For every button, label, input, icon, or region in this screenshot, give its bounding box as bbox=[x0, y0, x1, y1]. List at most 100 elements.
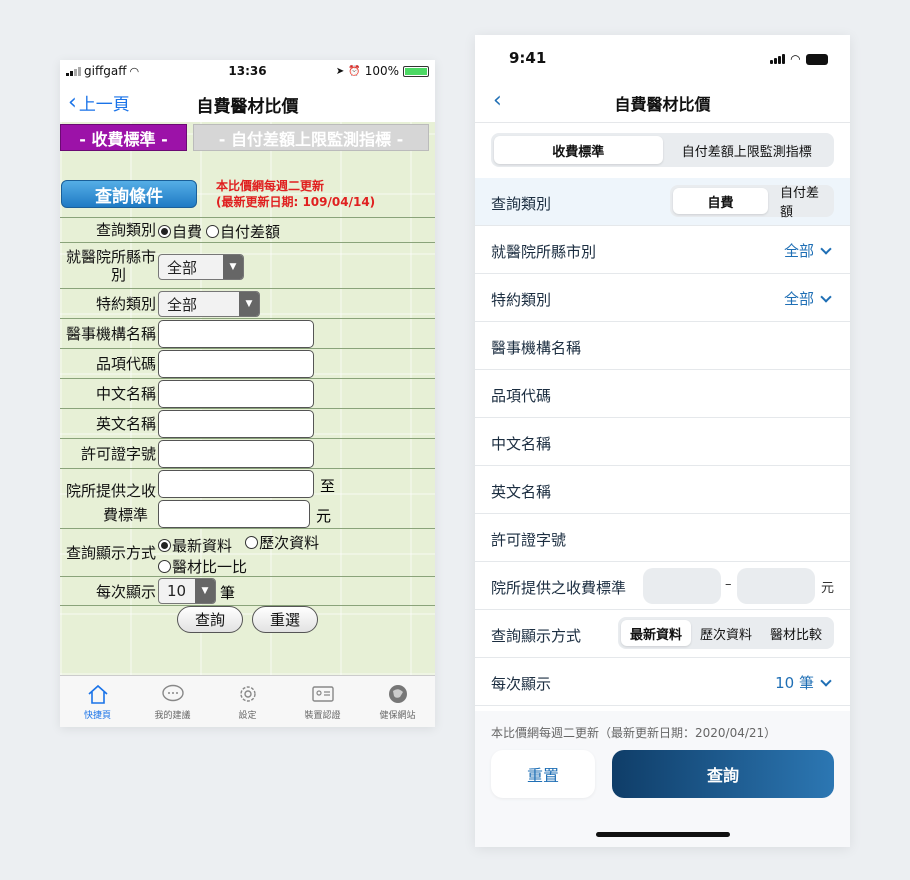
radio-copay[interactable]: 自付差額 bbox=[206, 221, 280, 242]
tab-label: 快捷頁 bbox=[83, 711, 111, 721]
tab-suggestions[interactable]: 我的建議 bbox=[135, 676, 210, 727]
fee-min-input[interactable] bbox=[158, 470, 314, 498]
option-self-pay[interactable]: 自費 bbox=[672, 188, 768, 214]
old-app-screen: giffgaff ◠ 13:36 ➤ ⏰ 100% ‹ 上一頁 自費醫材比價 -… bbox=[60, 60, 435, 727]
row-institution[interactable]: 醫事機構名稱 bbox=[475, 322, 850, 370]
dropdown-arrow-icon: ▼ bbox=[239, 292, 259, 316]
option-history[interactable]: 歷次資料 bbox=[691, 620, 761, 646]
row-query-type: 查詢類別 自費 自付差額 bbox=[475, 178, 850, 226]
english-name-input[interactable] bbox=[158, 410, 314, 438]
label-city-line2: 別 bbox=[110, 266, 126, 284]
tab-shortcut[interactable]: 快捷頁 bbox=[60, 676, 135, 727]
query-conditions-button[interactable]: 查詢條件 bbox=[61, 180, 197, 208]
fee-min-input[interactable] bbox=[643, 568, 721, 604]
gear-icon bbox=[239, 686, 256, 702]
city-select[interactable]: 全部 ▼ bbox=[158, 254, 244, 280]
top-segmented-control: 收費標準 自付差額上限監測指標 bbox=[491, 133, 834, 167]
radio-dot bbox=[206, 225, 220, 238]
label-per-page: 每次顯示 bbox=[95, 583, 156, 601]
label-license: 許可證字號 bbox=[491, 531, 567, 549]
row-chinese-name: 中文名稱 bbox=[60, 378, 435, 408]
radio-label: 歷次資料 bbox=[259, 534, 320, 552]
option-copay[interactable]: 自付差額 bbox=[768, 186, 831, 220]
tab-nhi-website[interactable]: 健保網站 bbox=[360, 676, 435, 727]
city-select-value: 全部 bbox=[167, 258, 198, 277]
battery-icon bbox=[403, 65, 429, 77]
reset-button[interactable]: 重選 bbox=[252, 606, 318, 633]
row-english-name[interactable]: 英文名稱 bbox=[475, 466, 850, 514]
tab-label: 健保網站 bbox=[379, 711, 416, 721]
tab-fee-standard[interactable]: - 收費標準 - bbox=[60, 124, 187, 151]
status-bar: giffgaff ◠ 13:36 ➤ ⏰ 100% bbox=[60, 60, 435, 82]
row-per-page[interactable]: 每次顯示 10 筆 bbox=[475, 658, 850, 706]
home-icon bbox=[87, 684, 108, 704]
tab-copay-limit[interactable]: 自付差額上限監測指標 bbox=[663, 136, 832, 164]
contract-select[interactable]: 全部 ▼ bbox=[158, 291, 260, 317]
row-contract[interactable]: 特約類別 全部 bbox=[475, 274, 850, 322]
per-page-select[interactable]: 10 ▼ bbox=[158, 578, 216, 604]
search-button[interactable]: 查詢 bbox=[612, 750, 834, 798]
radio-latest[interactable]: 最新資料 bbox=[158, 535, 232, 556]
row-item-code[interactable]: 品項代碼 bbox=[475, 370, 850, 418]
label-fee: 院所提供之收 費標準 bbox=[60, 479, 156, 527]
tab-fee-standard[interactable]: 收費標準 bbox=[494, 136, 663, 164]
contract-value-text: 全部 bbox=[783, 290, 814, 308]
globe-icon bbox=[388, 685, 407, 703]
per-page-value: 10 bbox=[167, 582, 187, 600]
row-chinese-name[interactable]: 中文名稱 bbox=[475, 418, 850, 466]
label-display-mode: 查詢顯示方式 bbox=[65, 544, 156, 562]
nav-bar: ‹ 上一頁 自費醫材比價 bbox=[60, 82, 435, 122]
radio-compare[interactable]: 醫材比一比 bbox=[158, 556, 247, 577]
radio-dot-checked bbox=[158, 539, 171, 552]
label-contract: 特約類別 bbox=[95, 295, 156, 313]
item-code-input[interactable] bbox=[158, 350, 314, 378]
query-type-segment: 自費 自付差額 bbox=[669, 185, 834, 220]
chinese-name-input[interactable] bbox=[158, 380, 314, 408]
label-chinese-name: 中文名稱 bbox=[95, 385, 156, 403]
tab-bar: 快捷頁 我的建議 設定 裝置認證 健保網站 bbox=[60, 675, 435, 727]
fee-max-input[interactable] bbox=[737, 568, 815, 604]
row-license[interactable]: 許可證字號 bbox=[475, 514, 850, 562]
label-english-name: 英文名稱 bbox=[95, 415, 156, 433]
signal-icon bbox=[769, 54, 785, 64]
fee-unit: 元 bbox=[821, 581, 835, 596]
tab-settings[interactable]: 設定 bbox=[210, 676, 285, 727]
label-query-type: 查詢類別 bbox=[491, 195, 552, 213]
radio-label: 自付差額 bbox=[220, 223, 281, 241]
label-license: 許可證字號 bbox=[80, 445, 156, 463]
nav-bar: ‹ 自費醫材比價 bbox=[475, 79, 850, 123]
radio-self-pay[interactable]: 自費 bbox=[158, 221, 202, 242]
search-button[interactable]: 查詢 bbox=[177, 606, 243, 633]
row-query-type: 查詢類別 自費 自付差額 bbox=[60, 217, 435, 242]
per-page-value-text: 10 筆 bbox=[775, 674, 814, 692]
per-page-value: 10 筆 bbox=[775, 672, 832, 693]
id-card-icon bbox=[311, 686, 334, 702]
reset-button[interactable]: 重置 bbox=[491, 750, 595, 798]
query-type-radios: 自費 自付差額 bbox=[158, 221, 280, 242]
row-english-name: 英文名稱 bbox=[60, 408, 435, 438]
city-value: 全部 bbox=[783, 240, 832, 261]
label-contract: 特約類別 bbox=[491, 291, 552, 309]
option-latest[interactable]: 最新資料 bbox=[620, 620, 691, 646]
license-input[interactable] bbox=[158, 440, 314, 468]
display-mode-radios: 最新資料 歷次資料 醫材比一比 bbox=[158, 532, 428, 577]
radio-history[interactable]: 歷次資料 bbox=[245, 532, 319, 553]
tab-device-auth[interactable]: 裝置認證 bbox=[285, 676, 360, 727]
row-item-code: 品項代碼 bbox=[60, 348, 435, 378]
status-bar: 9:41 ◠ bbox=[475, 35, 850, 79]
home-indicator[interactable] bbox=[596, 832, 730, 837]
fee-max-input[interactable] bbox=[158, 500, 310, 528]
institution-input[interactable] bbox=[158, 320, 314, 348]
option-compare[interactable]: 醫材比較 bbox=[761, 620, 831, 646]
radio-dot-checked bbox=[158, 225, 171, 238]
row-city[interactable]: 就醫院所縣市別 全部 bbox=[475, 226, 850, 274]
dropdown-arrow-icon: ▼ bbox=[223, 255, 243, 279]
row-per-page: 每次顯示 10 ▼ 筆 bbox=[60, 576, 435, 606]
tab-copay-limit[interactable]: - 自付差額上限監測指標 - bbox=[193, 124, 429, 151]
city-value-text: 全部 bbox=[783, 242, 814, 260]
contract-value: 全部 bbox=[783, 288, 832, 309]
notice-line1: 本比價網每週二更新 bbox=[216, 179, 325, 193]
label-city: 就醫院所縣市 別 bbox=[60, 248, 156, 284]
battery-percent: 100% bbox=[364, 64, 399, 78]
row-contract: 特約類別 全部 ▼ bbox=[60, 288, 435, 318]
